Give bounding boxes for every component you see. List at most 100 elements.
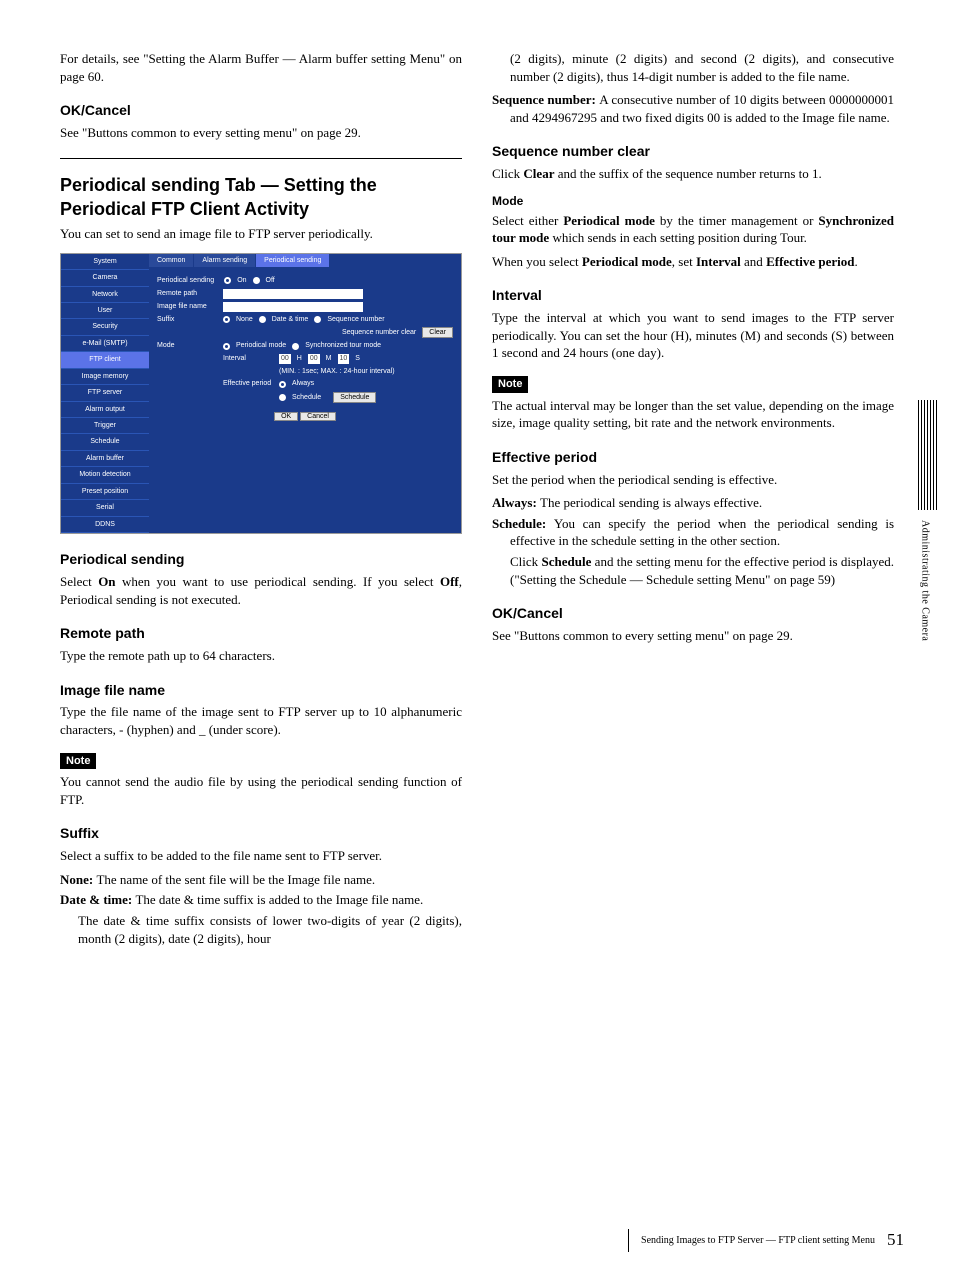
okcancel-paragraph-1: See "Buttons common to every setting men… <box>60 124 462 142</box>
sidebar-item-alarm-output[interactable]: Alarm output <box>61 402 149 418</box>
sidebar-item-user[interactable]: User <box>61 303 149 319</box>
opt-sched: Schedule <box>292 393 321 402</box>
sidebar-item-security[interactable]: Security <box>61 319 149 335</box>
radio-datetime[interactable] <box>259 316 266 323</box>
suffix-datetime-detail: The date & time suffix consists of lower… <box>78 912 462 947</box>
tab-periodical-sending[interactable]: Periodical sending <box>256 254 330 267</box>
cancel-button[interactable]: Cancel <box>300 412 336 421</box>
radio-always[interactable] <box>279 381 286 388</box>
fig-label-ifn: Image file name <box>157 302 217 311</box>
fig-label-snc: Sequence number clear <box>342 328 416 337</box>
fig-label-ps: Periodical sending <box>157 276 214 285</box>
radio-sync-tour-mode[interactable] <box>292 343 299 350</box>
effective-period-text: Set the period when the periodical sendi… <box>492 471 894 489</box>
sidebar-item-network[interactable]: Network <box>61 287 149 303</box>
ok-button[interactable]: OK <box>274 412 298 421</box>
note-badge-1: Note <box>60 753 96 770</box>
figure-sidebar: SystemCameraNetworkUserSecuritye-Mail (S… <box>61 254 149 533</box>
opt-none: None <box>236 315 253 324</box>
label-m: M <box>326 354 332 363</box>
okcancel-heading-1: OK/Cancel <box>60 101 462 120</box>
input-h[interactable]: 00 <box>279 354 291 364</box>
remote-path-text: Type the remote path up to 64 characters… <box>60 647 462 665</box>
page-number: 51 <box>887 1229 904 1252</box>
opt-stm: Synchronized tour mode <box>305 341 381 350</box>
sequence-number-clear-heading: Sequence number clear <box>492 142 894 161</box>
ep-schedule-detail: Click Schedule and the setting menu for … <box>510 553 894 588</box>
schedule-button[interactable]: Schedule <box>333 392 376 403</box>
clear-button[interactable]: Clear <box>422 327 453 338</box>
sequence-number: Sequence number: A consecutive number of… <box>510 91 894 126</box>
opt-off: Off <box>266 276 275 285</box>
radio-off[interactable] <box>253 277 260 284</box>
fig-label-rp: Remote path <box>157 289 217 298</box>
fig-label-mode: Mode <box>157 341 217 350</box>
input-remote-path[interactable] <box>223 289 363 299</box>
radio-periodical-mode[interactable] <box>223 343 230 350</box>
sidebar-item-trigger[interactable]: Trigger <box>61 418 149 434</box>
sidebar-item-motion-detection[interactable]: Motion detection <box>61 467 149 483</box>
fig-label-suffix: Suffix <box>157 315 217 324</box>
sidebar-item-serial[interactable]: Serial <box>61 500 149 516</box>
tab-common[interactable]: Common <box>149 254 194 267</box>
sidebar-item-image-memory[interactable]: Image memory <box>61 369 149 385</box>
okcancel-text-2: See "Buttons common to every setting men… <box>492 627 894 645</box>
image-file-name-heading: Image file name <box>60 681 462 700</box>
sidebar-item-preset-position[interactable]: Preset position <box>61 484 149 500</box>
sidebar-item-schedule[interactable]: Schedule <box>61 434 149 450</box>
footer-text: Sending Images to FTP Server — FTP clien… <box>641 1234 875 1248</box>
section-heading: Periodical sending Tab — Setting the Per… <box>60 173 462 222</box>
input-image-file-name[interactable] <box>223 302 363 312</box>
opt-always: Always <box>292 379 314 388</box>
tab-alarm-sending[interactable]: Alarm sending <box>194 254 256 267</box>
interval-note: The actual interval may be longer than t… <box>492 397 894 432</box>
sequence-number-clear-text: Click Clear and the suffix of the sequen… <box>492 165 894 183</box>
radio-seqnum[interactable] <box>314 316 321 323</box>
sidebar-item-ddns[interactable]: DDNS <box>61 517 149 533</box>
sidebar-item-camera[interactable]: Camera <box>61 270 149 286</box>
suffix-text: Select a suffix to be added to the file … <box>60 847 462 865</box>
mode-heading: Mode <box>492 193 894 209</box>
input-m[interactable]: 00 <box>308 354 320 364</box>
side-text: Administrating the Camera <box>918 520 932 641</box>
opt-on: On <box>237 276 246 285</box>
section-intro: You can set to send an image file to FTP… <box>60 225 462 243</box>
interval-text: Type the interval at which you want to s… <box>492 309 894 362</box>
input-s[interactable]: 10 <box>338 354 350 364</box>
sidebar-item-ftp-server[interactable]: FTP server <box>61 385 149 401</box>
opt-pm: Periodical mode <box>236 341 286 350</box>
mode-text2: When you select Periodical mode, set Int… <box>492 253 894 271</box>
ep-always: Always: The periodical sending is always… <box>510 494 894 512</box>
radio-on[interactable] <box>224 277 231 284</box>
okcancel-heading-2: OK/Cancel <box>492 604 894 623</box>
periodical-sending-text: Select On when you want to use periodica… <box>60 573 462 608</box>
remote-path-heading: Remote path <box>60 624 462 643</box>
intro-paragraph: For details, see "Setting the Alarm Buff… <box>60 50 462 85</box>
left-column: For details, see "Setting the Alarm Buff… <box>60 50 462 953</box>
suffix-none: None: The name of the sent file will be … <box>78 871 462 889</box>
ep-schedule: Schedule: You can specify the period whe… <box>510 515 894 550</box>
suffix-datetime-cont: (2 digits), minute (2 digits) and second… <box>510 50 894 85</box>
sidebar-item-ftp-client[interactable]: FTP client <box>61 352 149 368</box>
fig-label-interval: Interval <box>223 354 273 363</box>
divider <box>60 158 462 159</box>
screenshot-figure: SystemCameraNetworkUserSecuritye-Mail (S… <box>60 253 462 534</box>
right-column: (2 digits), minute (2 digits) and second… <box>492 50 894 953</box>
interval-heading: Interval <box>492 286 894 305</box>
opt-sn: Sequence number <box>327 315 384 324</box>
sidebar-item-alarm-buffer[interactable]: Alarm buffer <box>61 451 149 467</box>
suffix-datetime: Date & time: The date & time suffix is a… <box>78 891 462 909</box>
fig-label-ep: Effective period <box>223 379 273 388</box>
label-s: S <box>355 354 360 363</box>
note-badge-2: Note <box>492 376 528 393</box>
interval-hint: (MIN. : 1sec; MAX. : 24-hour interval) <box>279 367 395 376</box>
opt-dt: Date & time <box>272 315 309 324</box>
figure-tabs: CommonAlarm sendingPeriodical sending <box>149 254 461 267</box>
sidebar-item-system[interactable]: System <box>61 254 149 270</box>
image-file-name-note: You cannot send the audio file by using … <box>60 773 462 808</box>
radio-none[interactable] <box>223 316 230 323</box>
sidebar-item-e-mail-smtp-[interactable]: e-Mail (SMTP) <box>61 336 149 352</box>
image-file-name-text: Type the file name of the image sent to … <box>60 703 462 738</box>
side-decoration: Administrating the Camera <box>918 400 938 641</box>
radio-schedule[interactable] <box>279 394 286 401</box>
